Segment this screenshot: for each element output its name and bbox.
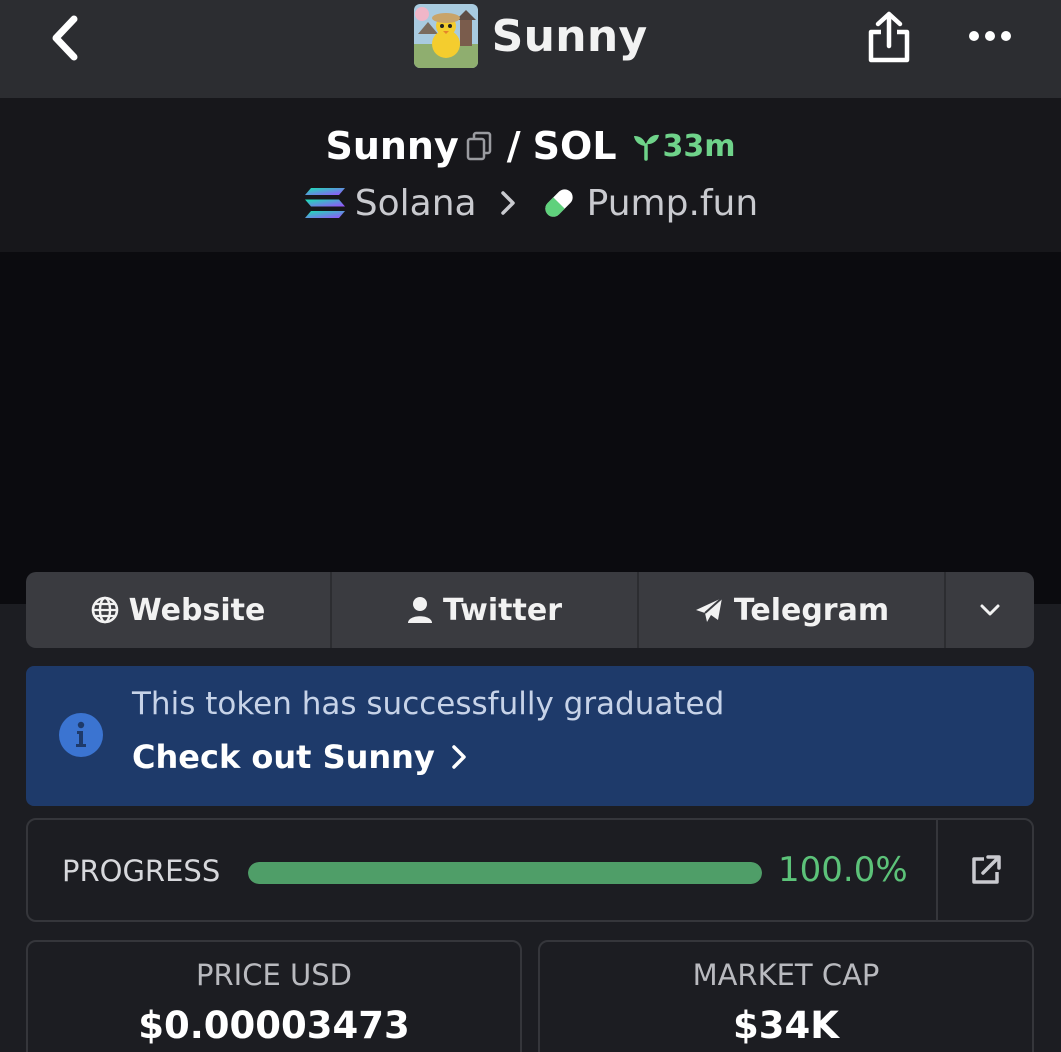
share-button[interactable] (860, 6, 918, 68)
paper-plane-icon (695, 597, 723, 622)
pair-age: 33m (631, 129, 736, 164)
more-links-button[interactable] (946, 572, 1034, 648)
pair-name-row: Sunny / SOL 33m (0, 122, 1061, 170)
graduated-banner: This token has successfully graduated Ch… (26, 666, 1034, 806)
telegram-button[interactable]: Telegram (639, 572, 946, 648)
chevron-down-icon (980, 604, 1000, 616)
share-icon (868, 11, 910, 63)
pair-quote-symbol: SOL (532, 124, 617, 168)
dex-name: Pump.fun (586, 182, 759, 224)
market-cap-value: $34K (733, 1004, 839, 1047)
open-external-button[interactable] (936, 820, 1034, 920)
price-usd-value: $0.00003473 (138, 1004, 410, 1047)
links-bar: Website Twitter Telegram (26, 572, 1034, 648)
top-title-text: Sunny (491, 10, 648, 62)
pair-header: Sunny / SOL 33m Solana Pump.fun (0, 98, 1061, 252)
market-cap-card: MARKET CAP $34K (538, 940, 1034, 1052)
user-icon (408, 597, 432, 623)
globe-icon (91, 596, 118, 624)
copy-icon[interactable] (465, 129, 495, 163)
more-button[interactable] (960, 14, 1020, 58)
pair-base-symbol: Sunny (325, 124, 459, 168)
market-cap-label: MARKET CAP (692, 958, 880, 992)
external-link-icon (972, 855, 1001, 884)
website-button[interactable]: Website (26, 572, 332, 648)
chain-link[interactable]: Solana (303, 183, 477, 224)
solana-icon (304, 188, 345, 218)
top-bar: Sunny (0, 0, 1061, 98)
progress-bar-fill (248, 862, 762, 884)
chevron-right-icon (452, 745, 466, 769)
dex-link[interactable]: Pump.fun (539, 182, 759, 224)
progress-label: PROGRESS (62, 854, 221, 888)
token-avatar (413, 4, 478, 68)
pill-icon (544, 189, 573, 217)
price-usd-card: PRICE USD $0.00003473 (26, 940, 522, 1052)
telegram-label: Telegram (733, 592, 890, 628)
check-out-text: Check out Sunny (132, 738, 435, 776)
price-usd-label: PRICE USD (196, 958, 352, 992)
chart-area[interactable] (0, 252, 1061, 604)
info-icon (59, 713, 103, 757)
twitter-label: Twitter (443, 592, 562, 628)
chevron-right-icon (495, 186, 521, 220)
twitter-button[interactable]: Twitter (332, 572, 639, 648)
pair-separator: / (506, 124, 521, 168)
seedling-icon (633, 134, 659, 161)
more-horizontal-icon (969, 31, 1011, 41)
progress-value: 100.0% (778, 850, 908, 890)
chain-breadcrumb: Solana Pump.fun (0, 180, 1061, 226)
pair-age-text: 33m (662, 128, 736, 164)
progress-panel: PROGRESS 100.0% (26, 818, 1034, 922)
progress-bar (248, 862, 762, 884)
chain-name: Solana (354, 182, 477, 224)
graduated-message: This token has successfully graduated (132, 686, 725, 722)
check-out-link[interactable]: Check out Sunny (132, 738, 469, 776)
website-label: Website (128, 592, 266, 628)
